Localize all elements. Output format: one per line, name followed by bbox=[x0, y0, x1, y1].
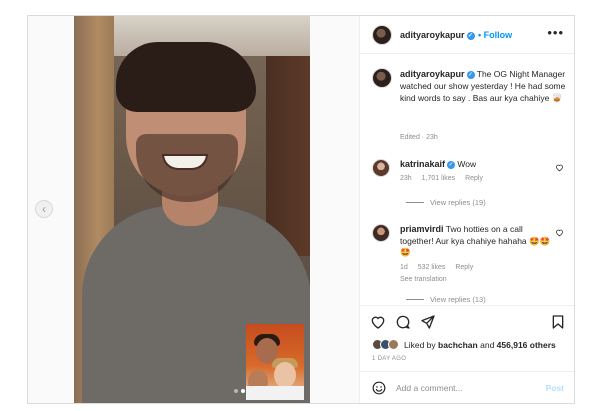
picture-in-picture-thumbnail bbox=[246, 324, 304, 400]
likes-summary: Liked by bachchan and 456,916 others bbox=[404, 340, 556, 350]
comment-meta: 23h 1,701 likes Reply bbox=[400, 175, 491, 182]
person-hair bbox=[116, 42, 256, 112]
likes-others-count[interactable]: 456,916 others bbox=[497, 340, 556, 350]
header-username[interactable]: adityaroykapur ✓ bbox=[400, 30, 475, 40]
username-text[interactable]: adityaroykapur bbox=[400, 30, 465, 40]
post-video-call-image[interactable] bbox=[74, 16, 310, 403]
caption-username[interactable]: adityaroykapur bbox=[400, 69, 465, 79]
carousel-dots bbox=[234, 389, 245, 393]
comment-text: priamvirdi Two hotties on a call togethe… bbox=[400, 224, 552, 259]
post-date[interactable]: 1 DAY AGO bbox=[372, 356, 406, 362]
add-comment-bar: Post bbox=[360, 371, 574, 403]
comment-username[interactable]: priamvirdi bbox=[400, 224, 444, 234]
comment-username[interactable]: katrinakaif bbox=[400, 159, 445, 169]
like-comment-heart-icon[interactable] bbox=[555, 163, 564, 172]
likes-prefix: Liked by bbox=[404, 339, 436, 350]
replies-line bbox=[406, 202, 424, 203]
comment-meta: 1d 532 likes Reply bbox=[400, 264, 481, 271]
view-replies-label[interactable]: View replies (19) bbox=[430, 198, 486, 207]
caption-meta: Edited · 23h bbox=[400, 134, 438, 141]
liked-by-row: Liked by bachchan and 456,916 others bbox=[372, 339, 556, 350]
comment-time: 1d bbox=[400, 264, 408, 271]
likes-conjunction: and bbox=[480, 339, 495, 350]
save-bookmark-icon[interactable] bbox=[550, 314, 566, 330]
reply-button[interactable]: Reply bbox=[455, 264, 473, 271]
emoji-icon[interactable] bbox=[372, 381, 386, 395]
post-comment-button[interactable]: Post bbox=[546, 383, 564, 393]
liker-avatar[interactable] bbox=[388, 339, 399, 350]
view-replies-label[interactable]: View replies (13) bbox=[430, 295, 486, 304]
view-replies-button[interactable]: View replies (19) bbox=[406, 198, 486, 207]
comment-likes[interactable]: 532 likes bbox=[418, 264, 446, 271]
post-media: ‹ bbox=[28, 16, 359, 403]
like-heart-icon[interactable] bbox=[370, 314, 386, 330]
comment-input[interactable] bbox=[396, 380, 536, 396]
see-translation-link[interactable]: See translation bbox=[400, 276, 447, 283]
verified-badge-icon: ✓ bbox=[447, 160, 456, 169]
pip-person-face bbox=[274, 362, 296, 388]
comment-body: Wow bbox=[457, 159, 477, 169]
avatar[interactable] bbox=[372, 159, 390, 177]
verified-badge-icon: ✓ bbox=[466, 70, 475, 79]
more-horizontal-icon[interactable]: ••• bbox=[547, 25, 564, 40]
follow-button[interactable]: • Follow bbox=[478, 30, 512, 40]
like-comment-heart-icon[interactable] bbox=[555, 228, 564, 237]
instagram-post-modal: ‹ adityaroykapur ✓ • Follow ••• adityaro… bbox=[27, 15, 575, 404]
carousel-dot-active[interactable] bbox=[241, 389, 245, 393]
comment-bubble-icon[interactable] bbox=[395, 314, 411, 330]
avatar[interactable] bbox=[372, 68, 392, 88]
comments-scroll[interactable]: adityaroykapur ✓ The OG Night Manager wat… bbox=[360, 55, 574, 305]
caption-text: adityaroykapur ✓ The OG Night Manager wat… bbox=[400, 68, 566, 104]
comment-text: katrinakaif ✓ Wow bbox=[400, 159, 552, 171]
view-replies-button[interactable]: View replies (13) bbox=[406, 295, 486, 304]
avatar[interactable] bbox=[372, 25, 392, 45]
verified-badge-icon: ✓ bbox=[466, 31, 475, 40]
follow-label[interactable]: Follow bbox=[484, 30, 513, 40]
post-side-panel: adityaroykapur ✓ • Follow ••• adityaroyka… bbox=[359, 16, 574, 403]
reply-button[interactable]: Reply bbox=[465, 175, 483, 182]
replies-line bbox=[406, 299, 424, 300]
avatar[interactable] bbox=[372, 224, 390, 242]
pip-shirt bbox=[246, 386, 304, 400]
carousel-prev-button[interactable]: ‹ bbox=[35, 200, 53, 218]
comment-likes[interactable]: 1,701 likes bbox=[422, 175, 455, 182]
comment-time: 23h bbox=[400, 175, 412, 182]
post-actions: Liked by bachchan and 456,916 others 1 D… bbox=[360, 305, 574, 365]
post-header: adityaroykapur ✓ • Follow ••• bbox=[360, 16, 574, 54]
liker-username[interactable]: bachchan bbox=[438, 340, 478, 350]
share-paper-plane-icon[interactable] bbox=[420, 314, 436, 330]
carousel-dot[interactable] bbox=[234, 389, 238, 393]
